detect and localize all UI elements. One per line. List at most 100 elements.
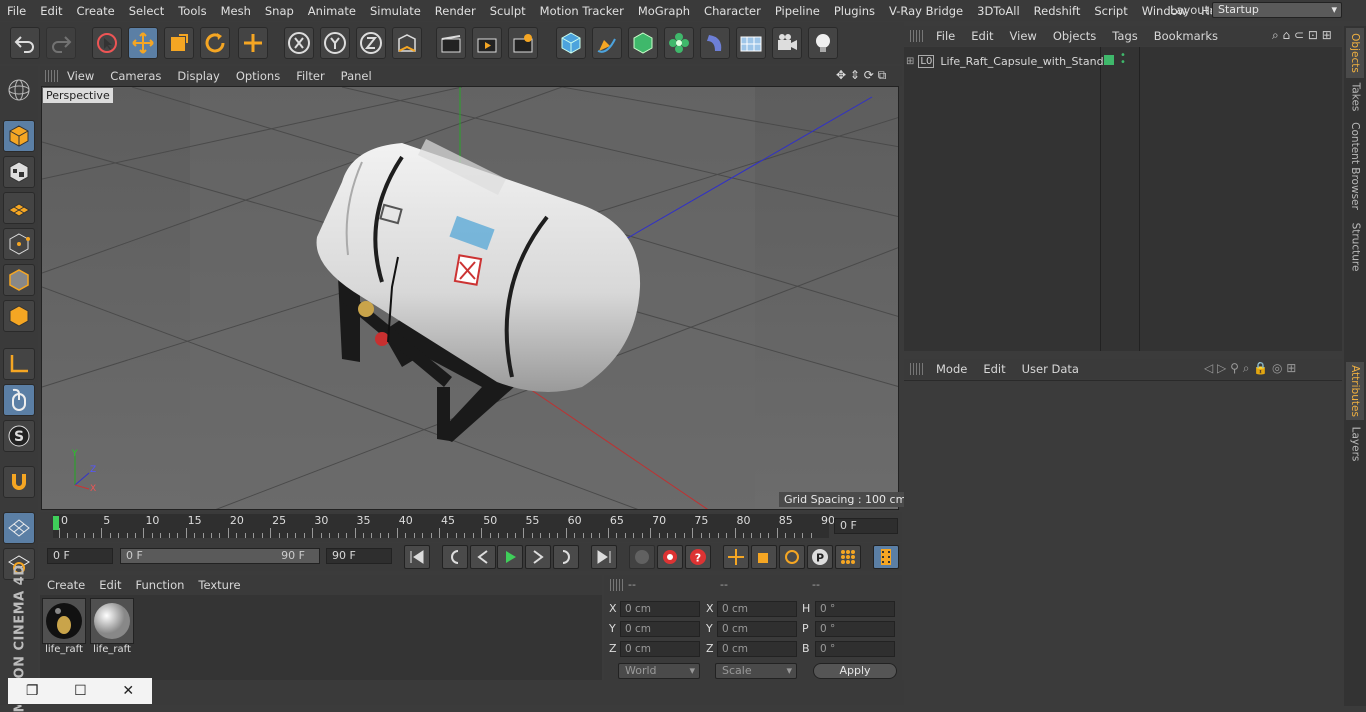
key-pla-button[interactable] (835, 545, 861, 569)
mat-menu-function[interactable]: Function (129, 578, 192, 592)
material-item[interactable]: life_raft (42, 598, 86, 656)
key-rotation-button[interactable] (779, 545, 805, 569)
restore-icon[interactable]: ❐ (26, 683, 39, 699)
transform-tool-button[interactable] (238, 27, 268, 59)
previous-frame-button[interactable] (470, 545, 496, 569)
menu-create[interactable]: Create (70, 4, 122, 18)
key-parameter-button[interactable]: P (807, 545, 833, 569)
next-keyframe-button[interactable] (553, 545, 579, 569)
menu-character[interactable]: Character (697, 4, 768, 18)
menu-simulate[interactable]: Simulate (363, 4, 428, 18)
pos-y-field[interactable]: 0 cm (620, 621, 700, 637)
axis-mode-button[interactable] (3, 348, 35, 380)
polygons-mode-button[interactable] (3, 300, 35, 332)
menu-select[interactable]: Select (122, 4, 171, 18)
menu-vray-bridge[interactable]: V-Ray Bridge (882, 4, 970, 18)
redo-button[interactable] (46, 27, 76, 59)
obj-menu-edit[interactable]: Edit (963, 29, 1001, 43)
go-to-start-button[interactable] (404, 545, 430, 569)
menu-edit[interactable]: Edit (33, 4, 69, 18)
layout-select[interactable]: Startup ▾ (1212, 2, 1342, 18)
tweak-mode-button[interactable] (3, 384, 35, 416)
light-button[interactable] (808, 27, 838, 59)
live-selection-button[interactable] (92, 27, 122, 59)
vp-menu-cameras[interactable]: Cameras (102, 69, 169, 83)
size-z-field[interactable]: 0 cm (717, 641, 797, 657)
viewport-nav-icons[interactable]: ✥ ⇕ ⟳ ⧉ (836, 68, 886, 83)
visibility-dots-icon[interactable]: • • (1120, 51, 1126, 68)
end-frame-field[interactable]: 90 F (326, 548, 392, 564)
size-x-field[interactable]: 0 cm (717, 601, 797, 617)
tab-takes[interactable]: Takes (1346, 80, 1364, 114)
menu-file[interactable]: File (0, 4, 33, 18)
go-to-end-button[interactable] (591, 545, 617, 569)
attr-menu-edit[interactable]: Edit (975, 362, 1013, 376)
tab-objects[interactable]: Objects (1346, 28, 1364, 78)
rot-p-field[interactable]: 0 ° (815, 621, 895, 637)
current-frame-field[interactable]: 0 F (834, 518, 898, 534)
keyframe-selection-button[interactable]: ? (685, 545, 711, 569)
obj-menu-view[interactable]: View (1002, 29, 1045, 43)
maximize-icon[interactable]: ☐ (74, 683, 87, 699)
make-editable-button[interactable] (3, 74, 35, 106)
record-keys-button[interactable] (629, 545, 655, 569)
workplane-mode-button[interactable] (3, 192, 35, 224)
floor-button[interactable] (736, 27, 766, 59)
timeline-window-button[interactable] (873, 545, 899, 569)
vp-menu-view[interactable]: View (59, 69, 102, 83)
vp-menu-panel[interactable]: Panel (333, 69, 380, 83)
model-mode-button[interactable] (3, 120, 35, 152)
subdivision-surface-button[interactable] (628, 27, 658, 59)
autokey-button[interactable] (657, 545, 683, 569)
y-axis-button[interactable] (320, 27, 350, 59)
tab-structure[interactable]: Structure (1346, 218, 1364, 276)
size-mode-select[interactable]: Scale ▾ (715, 663, 797, 679)
menu-render[interactable]: Render (428, 4, 483, 18)
objects-header-icons[interactable]: ⌕ ⌂ ⊂ ⊡ ⊞ (1272, 28, 1332, 43)
menu-motion-tracker[interactable]: Motion Tracker (533, 4, 631, 18)
timeline-ruler[interactable]: 0 5 10 15 20 25 30 35 40 45 50 55 60 65 70 75 80 85 90 (53, 514, 835, 538)
move-tool-button[interactable] (128, 27, 158, 59)
material-item[interactable]: life_raft (90, 598, 134, 656)
rot-b-field[interactable]: 0 ° (815, 641, 895, 657)
menu-pipeline[interactable]: Pipeline (768, 4, 827, 18)
menu-mesh[interactable]: Mesh (214, 4, 258, 18)
texture-mode-button[interactable] (3, 156, 35, 188)
previous-keyframe-button[interactable] (442, 545, 468, 569)
z-axis-button[interactable] (356, 27, 386, 59)
mat-menu-texture[interactable]: Texture (191, 578, 247, 592)
3d-viewport[interactable]: Y Z X (41, 86, 899, 510)
object-row[interactable]: ⊞ L0 Life_Raft_Capsule_with_Stand (906, 52, 1104, 70)
size-y-field[interactable]: 0 cm (717, 621, 797, 637)
frame-range-slider[interactable]: 0 F 90 F (120, 548, 320, 564)
start-frame-field[interactable]: 0 F (47, 548, 113, 564)
close-icon[interactable]: ✕ (122, 683, 134, 699)
vp-menu-display[interactable]: Display (169, 69, 227, 83)
obj-menu-file[interactable]: File (928, 29, 963, 43)
edges-mode-button[interactable] (3, 264, 35, 296)
tab-attributes[interactable]: Attributes (1346, 362, 1364, 420)
menu-script[interactable]: Script (1087, 4, 1134, 18)
tab-content-browser[interactable]: Content Browser (1346, 118, 1364, 214)
solo-button[interactable]: S (3, 420, 35, 452)
pos-z-field[interactable]: 0 cm (620, 641, 700, 657)
render-view-button[interactable] (436, 27, 466, 59)
vp-menu-filter[interactable]: Filter (288, 69, 332, 83)
menu-plugins[interactable]: Plugins (827, 4, 882, 18)
apply-button[interactable]: Apply (813, 663, 897, 679)
coordinate-system-button[interactable] (392, 27, 422, 59)
attr-menu-mode[interactable]: Mode (928, 362, 975, 376)
points-mode-button[interactable] (3, 228, 35, 260)
snap-button[interactable] (3, 466, 35, 498)
obj-menu-objects[interactable]: Objects (1045, 29, 1104, 43)
expand-icon[interactable]: ⊞ (906, 56, 914, 67)
enable-snap-button[interactable] (3, 512, 35, 544)
cloner-button[interactable] (664, 27, 694, 59)
next-frame-button[interactable] (525, 545, 551, 569)
key-scale-button[interactable] (751, 545, 777, 569)
menu-sculpt[interactable]: Sculpt (483, 4, 533, 18)
tab-layers[interactable]: Layers (1346, 424, 1364, 464)
render-to-picture-viewer-button[interactable] (472, 27, 502, 59)
vp-menu-options[interactable]: Options (228, 69, 288, 83)
key-position-button[interactable] (723, 545, 749, 569)
